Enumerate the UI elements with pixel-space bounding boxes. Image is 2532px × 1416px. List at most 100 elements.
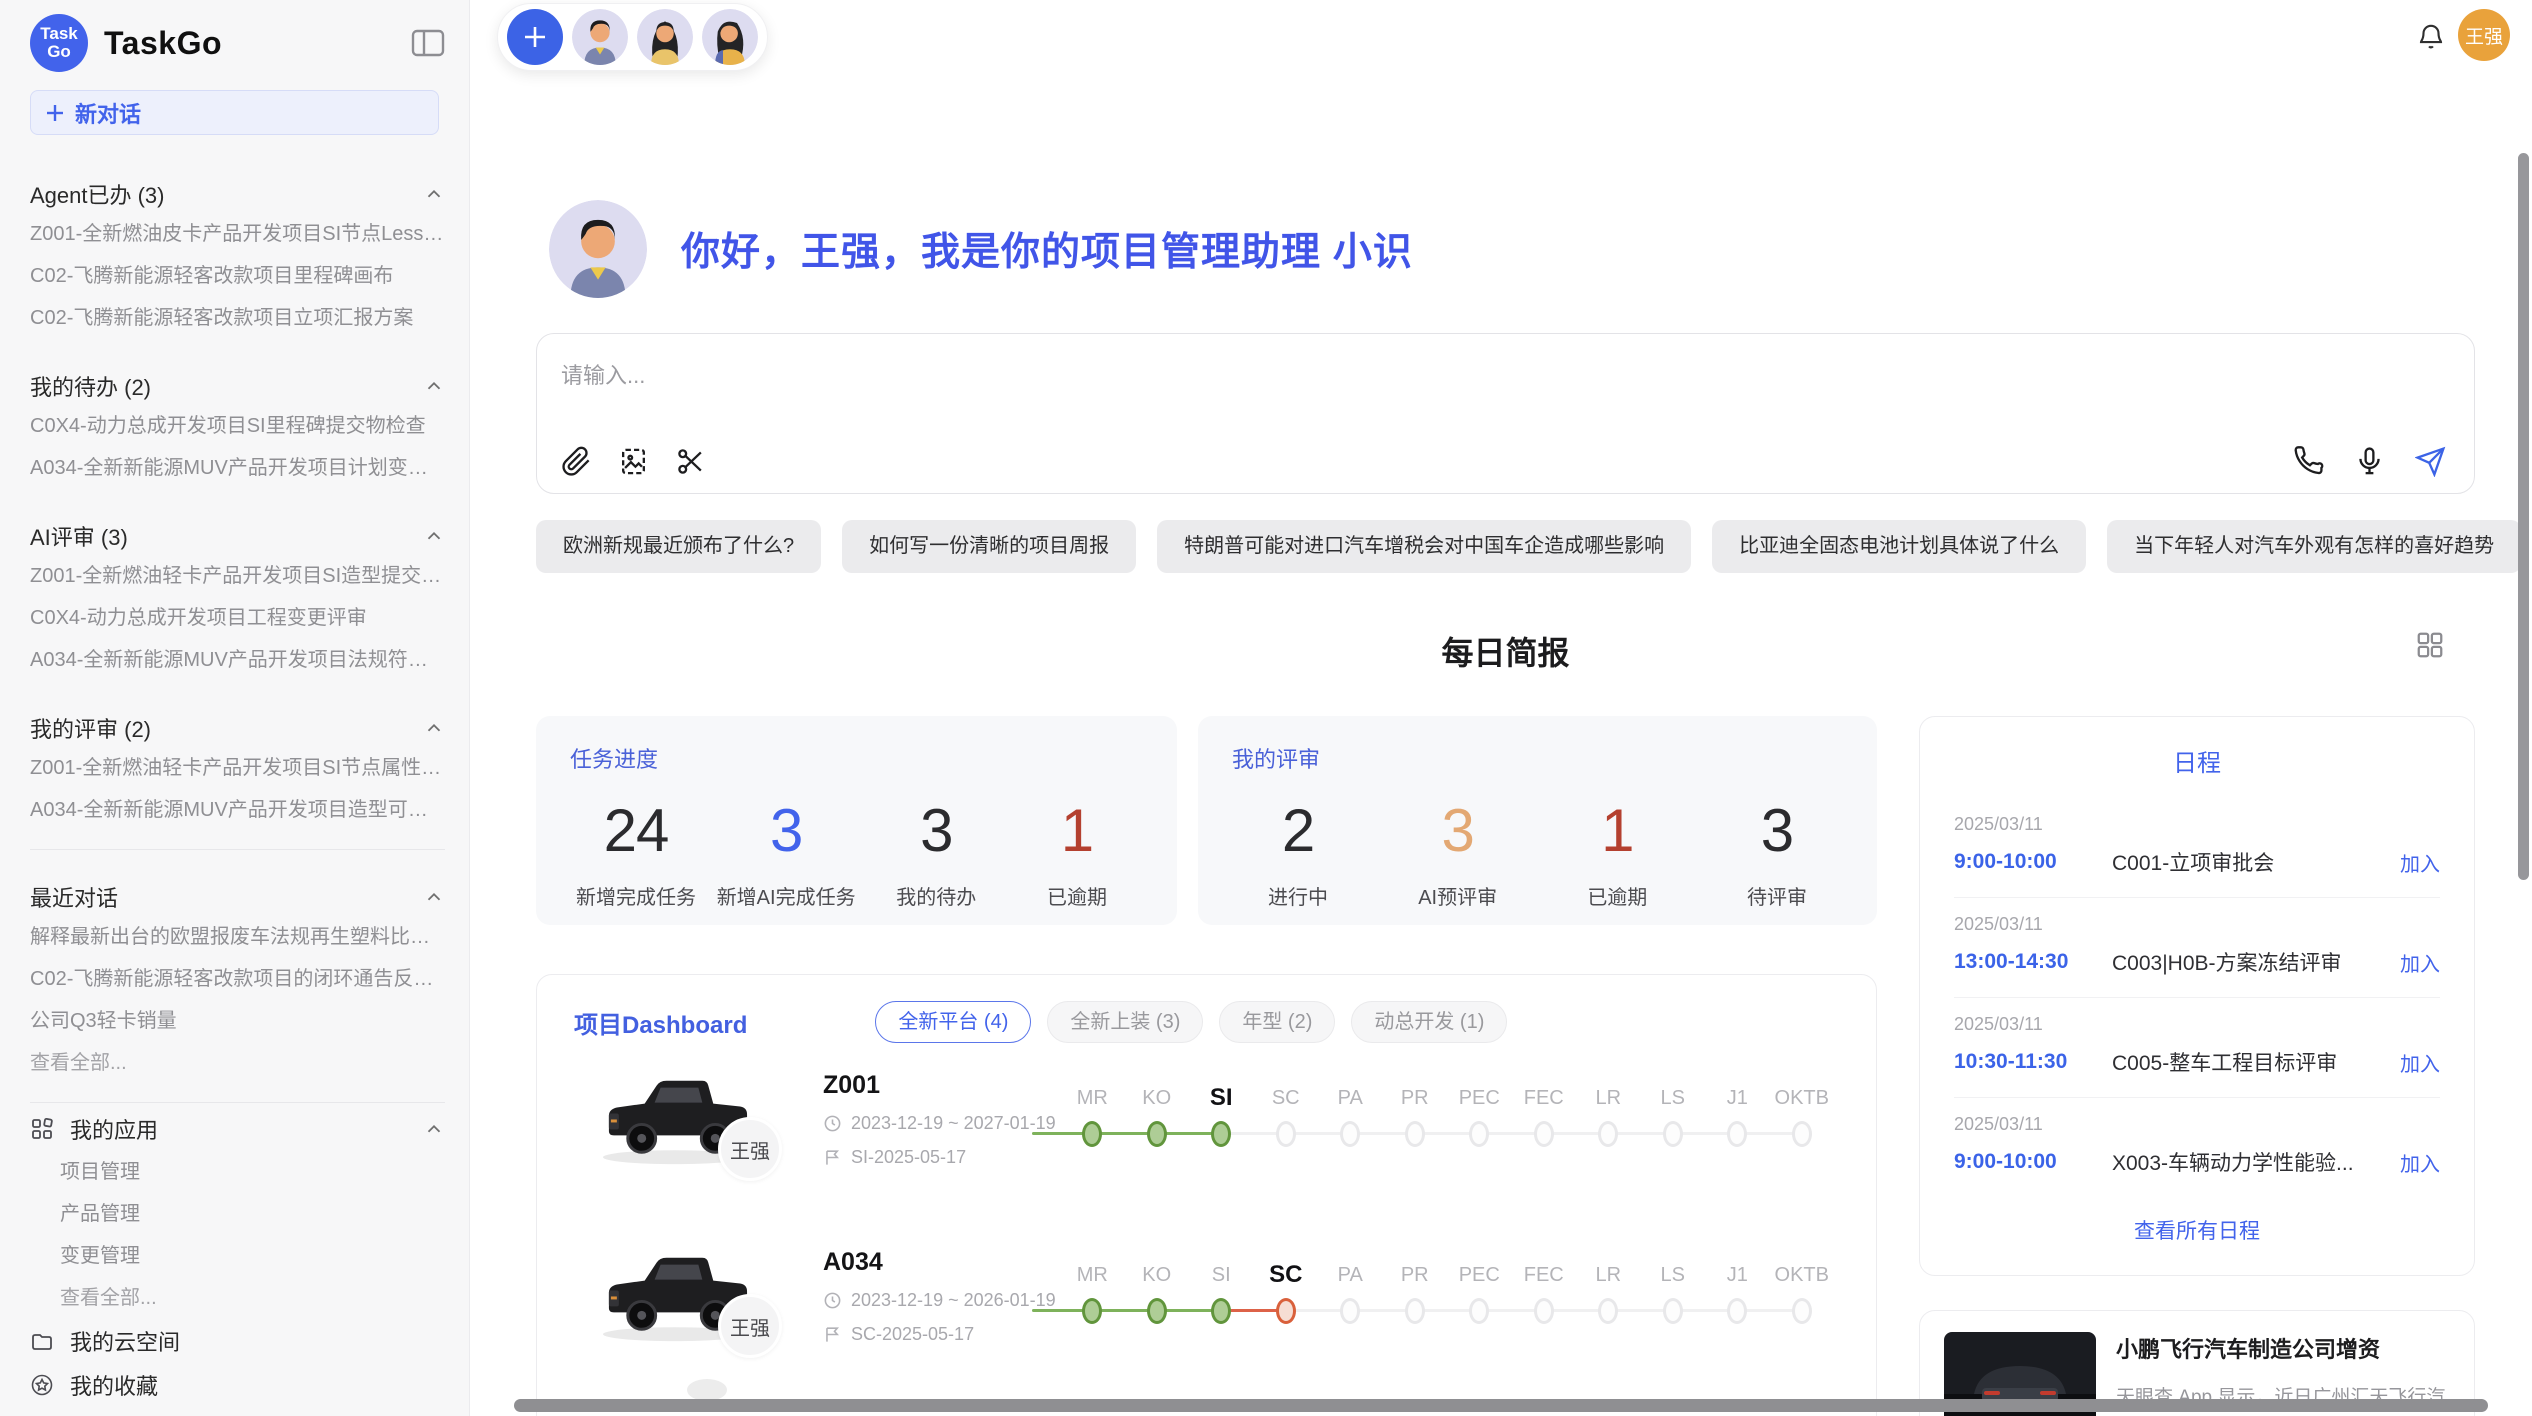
my-favorites[interactable]: 我的收藏: [30, 1363, 445, 1407]
sidebar: Task Go TaskGo 新对话 Agent已办 (3) Z001-全新燃油…: [0, 0, 470, 1416]
image-upload-icon[interactable]: [618, 446, 649, 477]
main-content: 你好，王强，我是你的项目管理助理 小识 欧洲新规最近颁布了什么? 如何写一份清晰…: [536, 0, 2475, 1416]
join-link[interactable]: 加入: [2388, 848, 2440, 877]
vertical-scrollbar[interactable]: [2518, 153, 2529, 880]
tab-new-body[interactable]: 全新上装 (3): [1047, 1001, 1203, 1043]
horizontal-scrollbar[interactable]: [514, 1399, 2488, 1412]
join-link[interactable]: 加入: [2388, 1048, 2440, 1077]
user-avatar[interactable]: 王强: [2458, 9, 2510, 61]
schedule-list: 2025/03/11 9:00-10:00 C001-立项审批会 加入 2025…: [1954, 798, 2440, 1197]
sidebar-item[interactable]: 解释最新出台的欧盟报废车法规再生塑料比例被调至15%...: [30, 916, 445, 958]
sidebar-item[interactable]: C0X4-动力总成开发项目SI里程碑提交物检查: [30, 405, 445, 447]
app-item-product-mgmt[interactable]: 产品管理: [30, 1193, 445, 1235]
milestone-timeline: MR KO SI SC PA PR PEC FEC LR LS J1: [1056, 1258, 1834, 1324]
sidebar-item[interactable]: A034-全新新能源MUV产品开发项目法规符合性评审: [30, 639, 445, 681]
stat-new-done: 24 新增完成任务: [576, 796, 696, 910]
milestone-dot: [1727, 1121, 1747, 1147]
my-apps-header[interactable]: 我的应用: [30, 1107, 445, 1151]
sidebar-collapse-icon[interactable]: [411, 28, 445, 58]
sidebar-item[interactable]: 公司Q3轻卡销量: [30, 1000, 445, 1042]
project-dates: 2023-12-19 ~ 2027-01-19: [823, 1113, 1056, 1134]
suggestion-chip[interactable]: 特朗普可能对进口汽车增税会对中国车企造成哪些影响: [1157, 520, 1691, 573]
sidebar-item[interactable]: A034-全新新能源MUV产品开发项目造型可行性评审: [30, 789, 445, 831]
scissors-icon[interactable]: [675, 446, 706, 477]
apps-grid-icon: [30, 1117, 54, 1141]
sidebar-item[interactable]: A034-全新新能源MUV产品开发项目计划变更表编写: [30, 447, 445, 489]
milestone-dot: [1792, 1121, 1812, 1147]
chevron-up-icon[interactable]: [423, 886, 445, 908]
milestone-dot: [1147, 1298, 1167, 1324]
agent-avatar-1[interactable]: [572, 9, 628, 65]
composer-actions: [2293, 446, 2446, 477]
milestone-dot: [1663, 1298, 1683, 1324]
view-all-schedule-link[interactable]: 查看所有日程: [1954, 1215, 2440, 1245]
sidebar-item[interactable]: Z001-全新燃油轻卡产品开发项目SI节点属性5D文件评审: [30, 747, 445, 789]
sidebar-item[interactable]: C0X4-动力总成开发项目工程变更评审: [30, 597, 445, 639]
milestone-timeline: MR KO SI SC PA PR PEC FEC LR LS J1: [1056, 1081, 1834, 1147]
tab-new-platform[interactable]: 全新平台 (4): [875, 1001, 1031, 1043]
chevron-up-icon[interactable]: [423, 1118, 445, 1140]
tab-powertrain[interactable]: 动总开发 (1): [1351, 1001, 1507, 1043]
my-reviews-card: 我的评审 2 进行中 3 AI预评审: [1198, 716, 1877, 925]
suggestion-chip[interactable]: 比亚迪全固态电池计划具体说了什么: [1712, 520, 2086, 573]
chevron-up-icon[interactable]: [423, 525, 445, 547]
project-row-z001[interactable]: 王强 Z001 2023-12-19 ~ 2027-01-19 SI-2025-…: [537, 1055, 1876, 1220]
clock-icon: [823, 1114, 842, 1133]
join-link[interactable]: 加入: [2388, 1148, 2440, 1177]
suggestion-chip[interactable]: 欧洲新规最近颁布了什么?: [536, 520, 821, 573]
milestone-dot: [1340, 1121, 1360, 1147]
chevron-up-icon[interactable]: [423, 717, 445, 739]
view-all-chats[interactable]: 查看全部...: [30, 1042, 445, 1084]
microphone-icon[interactable]: [2354, 446, 2385, 477]
cloud-folder-icon: [30, 1329, 54, 1353]
view-all-apps[interactable]: 查看全部...: [30, 1277, 445, 1319]
logo-text-top: Task: [40, 25, 78, 43]
sidebar-item[interactable]: C02-飞腾新能源轻客改款项目里程碑画布: [30, 255, 445, 297]
phone-call-icon[interactable]: [2293, 446, 2324, 477]
sidebar-item[interactable]: C02-飞腾新能源轻客改款项目的闭环通告反馈情况: [30, 958, 445, 1000]
notification-bell-icon[interactable]: [2416, 22, 2446, 52]
join-link[interactable]: 加入: [2388, 948, 2440, 977]
suggestion-chip[interactable]: 如何写一份清晰的项目周报: [842, 520, 1136, 573]
section-agent-done[interactable]: Agent已办 (3): [30, 175, 445, 213]
new-chat-button[interactable]: 新对话: [30, 90, 439, 135]
send-icon[interactable]: [2415, 446, 2446, 477]
owner-badge: 王强: [718, 1117, 782, 1181]
plus-icon: [45, 103, 65, 123]
milestone-dot: [1147, 1121, 1167, 1147]
schedule-time: 10:30-11:30: [1954, 1050, 2110, 1074]
section-my-review[interactable]: 我的评审 (2): [30, 709, 445, 747]
my-cloud-space[interactable]: 我的云空间: [30, 1319, 445, 1363]
add-agent-button[interactable]: [507, 9, 563, 65]
milestone-dot: [1211, 1121, 1231, 1147]
sidebar-item[interactable]: Z001-全新燃油轻卡产品开发项目SI造型提交物评审: [30, 555, 445, 597]
schedule-event-title: C003|H0B-方案冻结评审: [2110, 947, 2388, 977]
section-recent-chats[interactable]: 最近对话: [30, 878, 445, 916]
schedule-title: 日程: [1954, 743, 2440, 778]
sidebar-item[interactable]: C02-飞腾新能源轻客改款项目立项汇报方案: [30, 297, 445, 339]
daily-briefing-header: 每日简报: [536, 628, 2475, 670]
tab-model-year[interactable]: 年型 (2): [1219, 1001, 1335, 1043]
clock-icon: [823, 1291, 842, 1310]
agent-avatar-3[interactable]: [702, 9, 758, 65]
sidebar-item[interactable]: Z001-全新燃油皮卡产品开发项目SI节点Lesson Learn报告: [30, 213, 445, 255]
flag-icon: [823, 1148, 842, 1167]
milestone-dot: [1469, 1298, 1489, 1324]
paperclip-icon[interactable]: [561, 446, 592, 477]
section-my-todo[interactable]: 我的待办 (2): [30, 367, 445, 405]
chat-composer: [536, 333, 2475, 494]
stats-row: 任务进度 24 新增完成任务 3 新增AI完成任务: [536, 716, 1877, 925]
suggestion-chip[interactable]: 当下年轻人对汽车外观有怎样的喜好趋势: [2107, 520, 2521, 573]
project-info: A034 2023-12-19 ~ 2026-01-19 SC-2025-05-…: [823, 1248, 1056, 1345]
layout-grid-icon[interactable]: [2415, 630, 2445, 660]
section-ai-review[interactable]: AI评审 (3): [30, 517, 445, 555]
logo-text-bottom: Go: [47, 43, 71, 61]
project-info: Z001 2023-12-19 ~ 2027-01-19 SI-2025-05-…: [823, 1071, 1056, 1168]
app-item-change-mgmt[interactable]: 变更管理: [30, 1235, 445, 1277]
project-row-a034[interactable]: 王强 A034 2023-12-19 ~ 2026-01-19 SC-2025-…: [537, 1232, 1876, 1397]
chat-input[interactable]: [537, 334, 2474, 430]
agent-avatar-2[interactable]: [637, 9, 693, 65]
chevron-up-icon[interactable]: [423, 375, 445, 397]
chevron-up-icon[interactable]: [423, 183, 445, 205]
app-item-project-mgmt[interactable]: 项目管理: [30, 1151, 445, 1193]
